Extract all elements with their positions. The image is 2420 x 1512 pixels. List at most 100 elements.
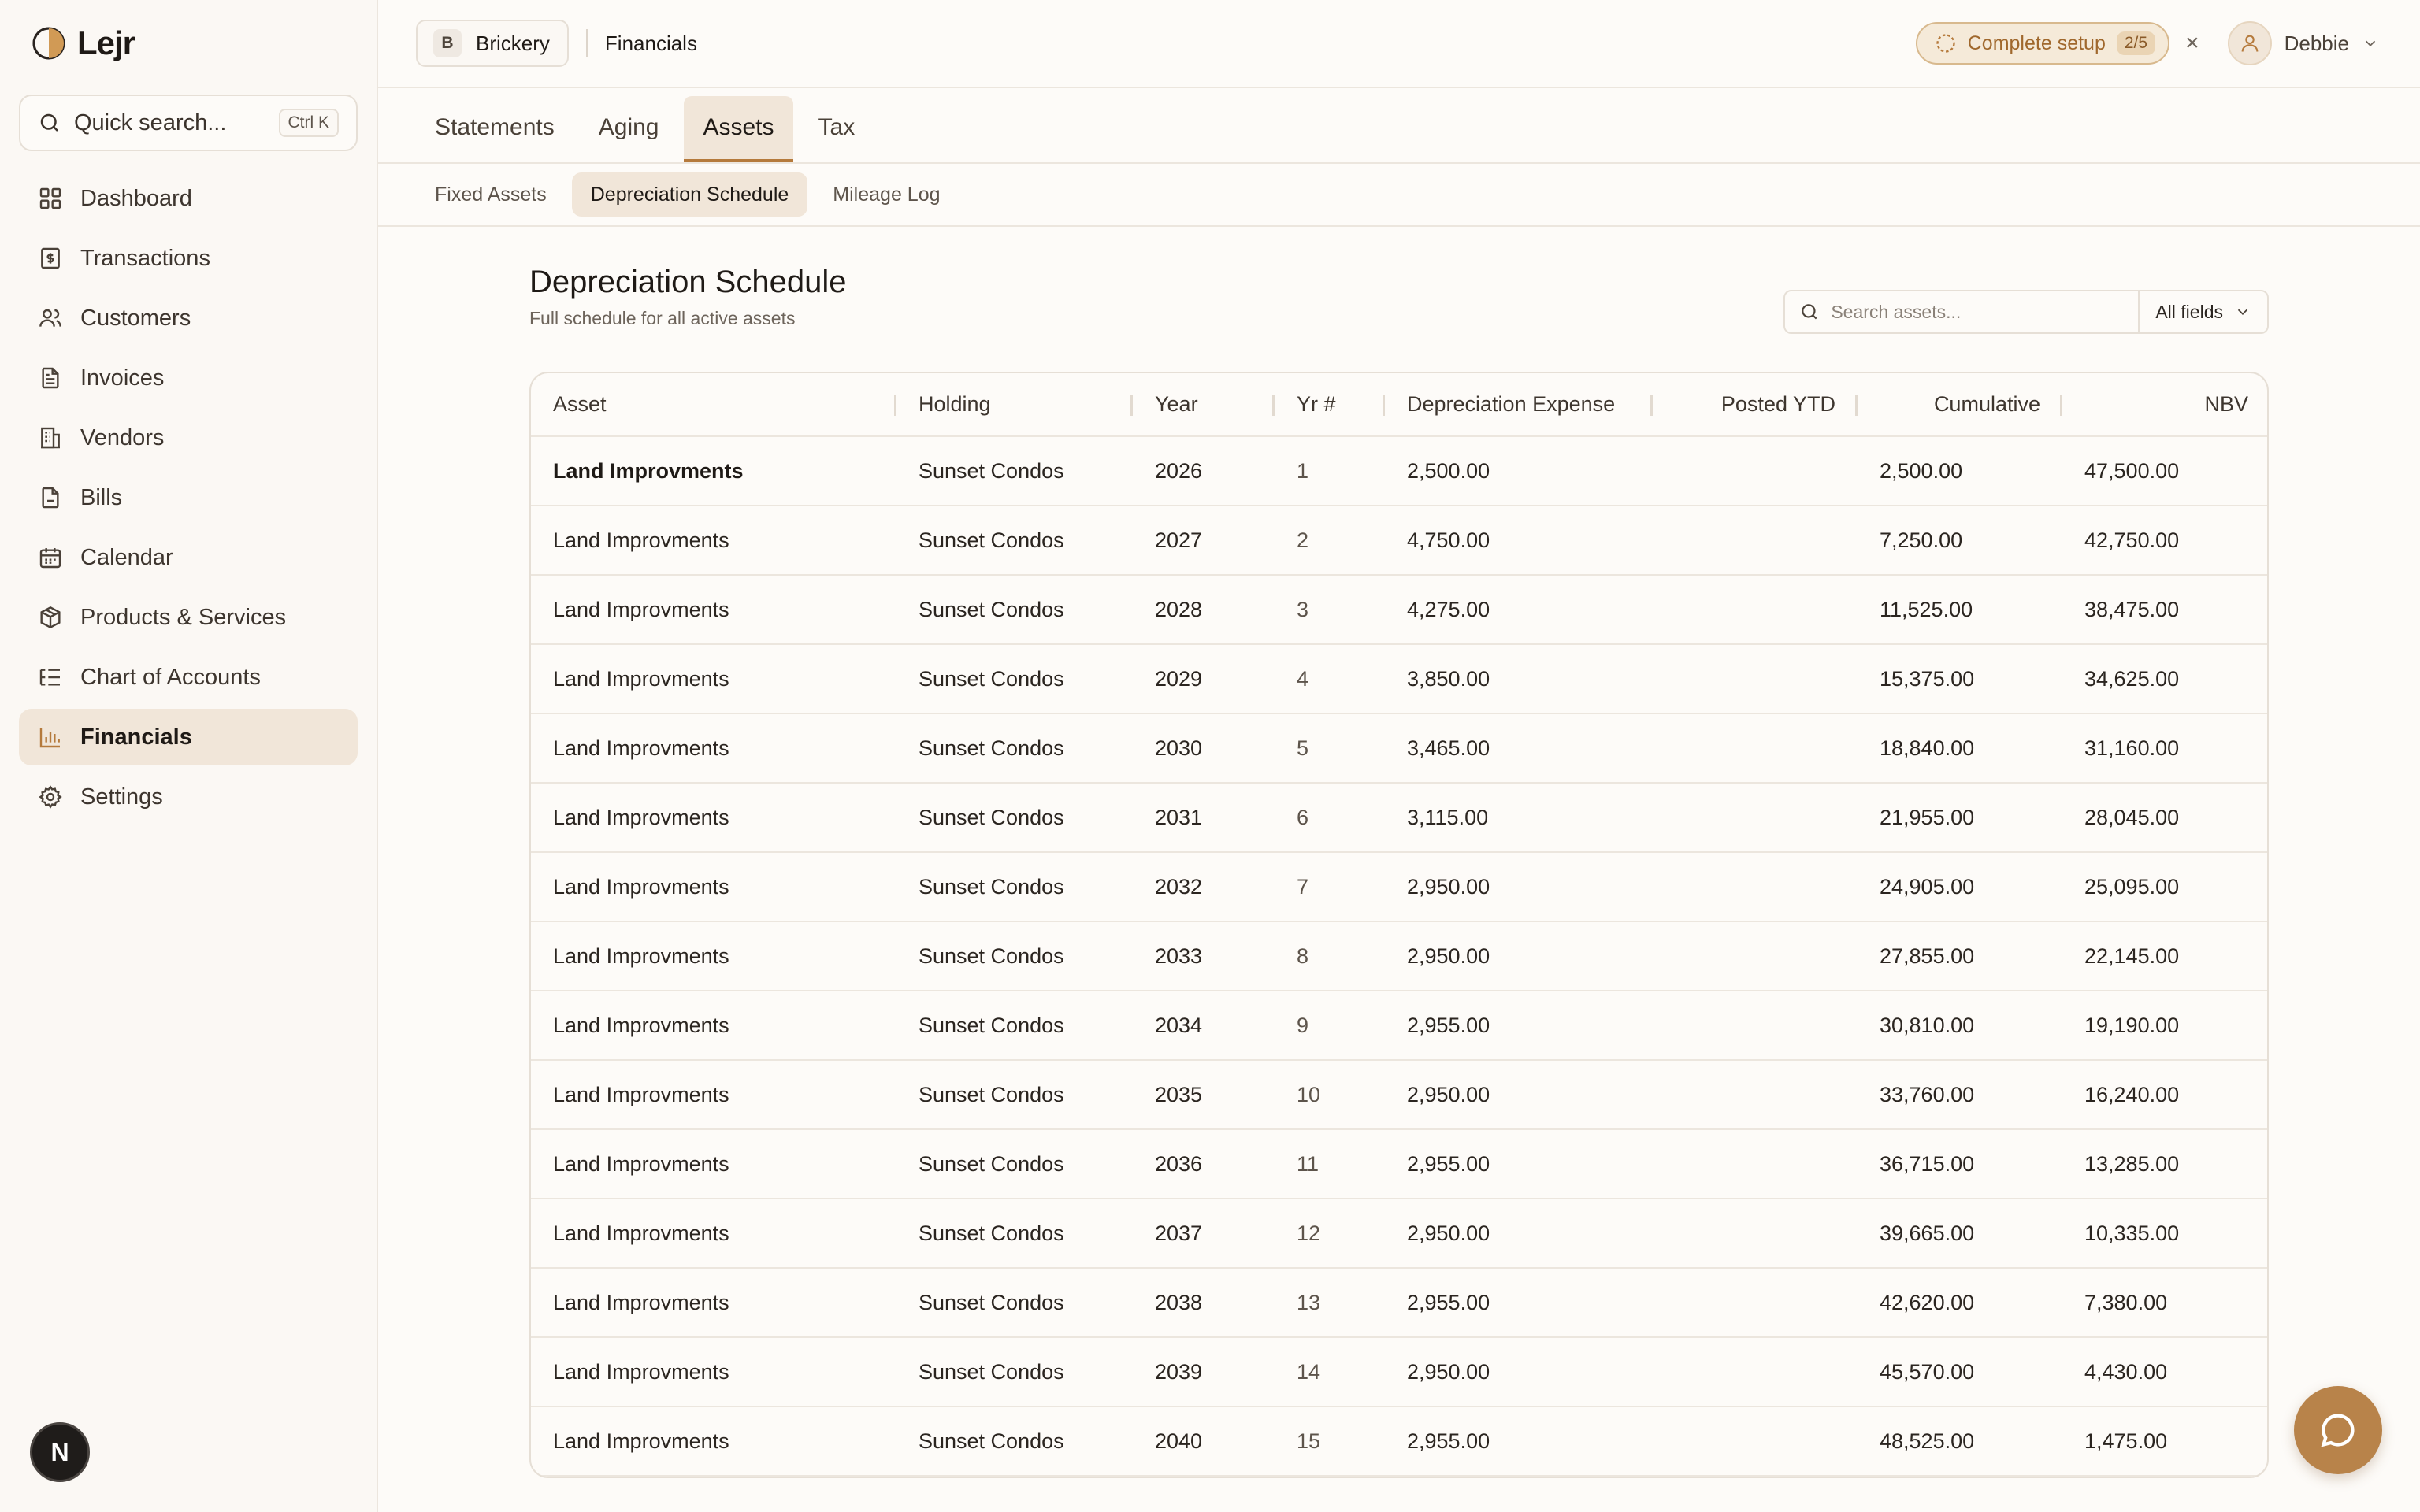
table-row[interactable]: Land Improvments Sunset Condos 2037 12 2,950… <box>531 1199 2267 1269</box>
complete-setup-button[interactable]: Complete setup 2/5 <box>1915 22 2170 65</box>
cell-posted-ytd <box>1653 1406 1858 1477</box>
cell-depreciation-expense: 2,955.00 <box>1385 991 1653 1061</box>
main-area: B Brickery Financials Complete setup 2/5… <box>378 0 2420 1512</box>
cell-posted-ytd <box>1653 713 1858 784</box>
subtab-depreciation-schedule[interactable]: Depreciation Schedule <box>571 172 808 217</box>
col-header-nbv[interactable]: NBV <box>2062 373 2269 437</box>
file-text-icon <box>42 367 59 389</box>
col-header-year[interactable]: Year <box>1133 373 1275 437</box>
progress-ring-icon <box>1936 34 1955 53</box>
asset-search-input[interactable] <box>1831 301 2115 323</box>
subtab-fixed-assets[interactable]: Fixed Assets <box>416 172 566 217</box>
cell-cumulative: 45,570.00 <box>1858 1337 2062 1407</box>
col-header-cumulative[interactable]: Cumulative <box>1858 373 2062 437</box>
cell-nbv: 42,750.00 <box>2062 506 2267 576</box>
col-header-depreciation-expense[interactable]: Depreciation Expense <box>1385 373 1653 437</box>
quick-search[interactable]: Quick search... Ctrl K <box>19 94 358 151</box>
table-row[interactable]: Land Improvments Sunset Condos 2036 11 2,955… <box>531 1129 2267 1199</box>
table-row[interactable]: Land Improvments Sunset Condos 2026 1 2,500.… <box>531 436 2267 506</box>
field-filter-select[interactable]: All fields <box>2140 291 2267 332</box>
col-header-year-number[interactable]: Yr # <box>1275 373 1385 437</box>
cell-depreciation-expense: 3,115.00 <box>1385 783 1653 853</box>
col-header-holding[interactable]: Holding <box>896 373 1133 437</box>
subtab-mileage-log[interactable]: Mileage Log <box>814 172 959 217</box>
col-header-asset[interactable]: Asset <box>531 373 896 437</box>
cell-cumulative: 33,760.00 <box>1858 1060 2062 1130</box>
cell-nbv: 13,285.00 <box>2062 1129 2267 1199</box>
asset-search[interactable] <box>1785 291 2140 332</box>
table-row[interactable]: Land Improvments Sunset Condos 2029 4 3,850.… <box>531 644 2267 714</box>
sidebar-item-dashboard[interactable]: Dashboard <box>19 170 358 227</box>
tab-assets[interactable]: Assets <box>684 96 793 162</box>
cell-posted-ytd <box>1653 1337 1858 1407</box>
sidebar-item-transactions[interactable]: Transactions <box>19 230 358 287</box>
table-row[interactable]: Land Improvments Sunset Condos 2034 9 2,955.… <box>531 991 2267 1061</box>
cell-nbv: 22,145.00 <box>2062 921 2267 991</box>
sidebar-item-label: Products & Services <box>80 604 287 630</box>
cell-year-number: 10 <box>1275 1060 1385 1130</box>
table-row[interactable]: Land Improvments Sunset Condos 2040 15 2,955… <box>531 1406 2267 1477</box>
cell-year: 2039 <box>1133 1337 1275 1407</box>
cell-depreciation-expense: 2,950.00 <box>1385 921 1653 991</box>
table-row[interactable]: Land Improvments Sunset Condos 2027 2 4,750.… <box>531 506 2267 576</box>
cell-nbv: 38,475.00 <box>2062 575 2267 645</box>
table-row[interactable]: Land Improvments Sunset Condos 2039 14 2,950… <box>531 1337 2267 1407</box>
breadcrumb-divider <box>585 29 588 57</box>
sidebar-item-products-services[interactable]: Products & Services <box>19 589 358 646</box>
secondary-tabs: Fixed Assets Depreciation Schedule Milea… <box>378 164 2420 227</box>
cell-depreciation-expense: 2,955.00 <box>1385 1268 1653 1338</box>
field-filter-value: All fields <box>2155 301 2223 322</box>
cell-asset: Land Improvments <box>531 1406 896 1477</box>
chat-button[interactable] <box>2294 1386 2382 1474</box>
sidebar-item-chart-of-accounts[interactable]: Chart of Accounts <box>19 649 358 706</box>
user-menu[interactable]: Debbie <box>2227 21 2379 65</box>
table-row[interactable]: Land Improvments Sunset Condos 2032 7 2,950.… <box>531 852 2267 922</box>
cell-asset: Land Improvments <box>531 783 896 853</box>
cell-holding: Sunset Condos <box>896 1129 1133 1199</box>
table-row[interactable]: Land Improvments Sunset Condos 2038 13 2,955… <box>531 1268 2267 1338</box>
setup-progress-badge: 2/5 <box>2116 32 2156 55</box>
cell-holding: Sunset Condos <box>896 575 1133 645</box>
cell-nbv: 4,430.00 <box>2062 1337 2267 1407</box>
tab-aging[interactable]: Aging <box>580 96 678 162</box>
cell-nbv: 10,335.00 <box>2062 1199 2267 1269</box>
column-resize-handle[interactable] <box>2268 395 2269 416</box>
brand[interactable]: Lejr <box>0 0 377 87</box>
table-row[interactable]: Land Improvments Sunset Condos 2031 6 3,115.… <box>531 783 2267 853</box>
cell-year: 2035 <box>1133 1060 1275 1130</box>
cell-year: 2026 <box>1133 436 1275 506</box>
dev-tools-badge[interactable]: N <box>30 1422 90 1482</box>
building-icon <box>41 427 60 449</box>
sidebar-item-bills[interactable]: Bills <box>19 469 358 526</box>
table-row[interactable]: Land Improvments Sunset Condos 2028 3 4,275.… <box>531 575 2267 645</box>
cell-cumulative: 27,855.00 <box>1858 921 2062 991</box>
app-name: Lejr <box>77 24 135 61</box>
cell-holding: Sunset Condos <box>896 1060 1133 1130</box>
sidebar-item-label: Calendar <box>80 544 173 570</box>
sidebar-item-vendors[interactable]: Vendors <box>19 410 358 466</box>
sidebar-item-label: Vendors <box>80 424 165 450</box>
breadcrumb[interactable]: Financials <box>605 32 697 56</box>
depreciation-table: Asset Holding Year Yr # Depreciation Exp… <box>529 372 2269 1478</box>
tab-statements[interactable]: Statements <box>416 96 573 162</box>
cell-year: 2031 <box>1133 783 1275 853</box>
sidebar-item-settings[interactable]: Settings <box>19 769 358 825</box>
cell-year-number: 13 <box>1275 1268 1385 1338</box>
col-header-posted-ytd[interactable]: Posted YTD <box>1653 373 1858 437</box>
cell-holding: Sunset Condos <box>896 644 1133 714</box>
sidebar-item-customers[interactable]: Customers <box>19 290 358 346</box>
table-row[interactable]: Land Improvments Sunset Condos 2030 5 3,465.… <box>531 713 2267 784</box>
content-header: Depreciation Schedule Full schedule for … <box>529 265 2269 359</box>
table-row[interactable]: Land Improvments Sunset Condos 2033 8 2,950.… <box>531 921 2267 991</box>
sidebar-item-invoices[interactable]: Invoices <box>19 350 358 406</box>
cell-posted-ytd <box>1653 921 1858 991</box>
sidebar-item-calendar[interactable]: Calendar <box>19 529 358 586</box>
table-row[interactable]: Land Improvments Sunset Condos 2035 10 2,950… <box>531 1060 2267 1130</box>
file-icon <box>42 487 59 509</box>
org-switcher[interactable]: B Brickery <box>416 20 569 67</box>
tab-tax[interactable]: Tax <box>800 96 874 162</box>
cell-depreciation-expense: 2,950.00 <box>1385 1060 1653 1130</box>
sidebar-item-financials[interactable]: Financials <box>19 709 358 765</box>
close-icon[interactable]: × <box>2185 30 2199 57</box>
cell-year-number: 6 <box>1275 783 1385 853</box>
